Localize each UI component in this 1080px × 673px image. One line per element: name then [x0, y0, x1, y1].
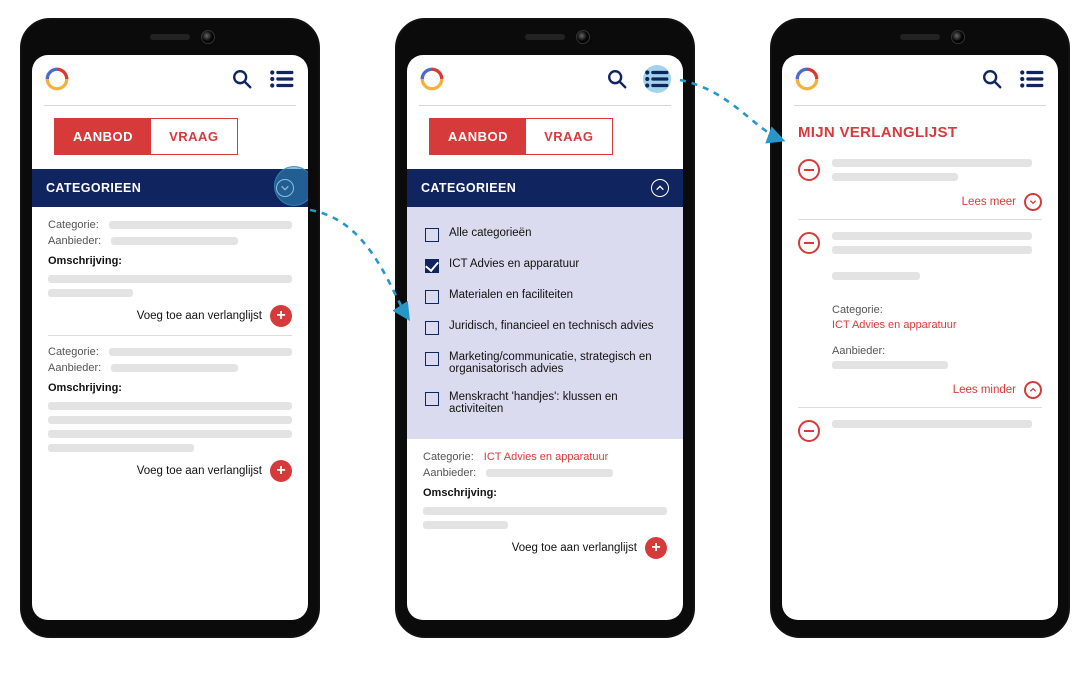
- category-label: Marketing/communicatie, strategisch en o…: [449, 351, 665, 375]
- search-icon[interactable]: [978, 65, 1006, 93]
- category-option[interactable]: Menskracht 'handjes': klussen en activit…: [423, 383, 667, 423]
- screen-3: MIJN VERLANGLIJST Lees meer: [782, 55, 1058, 620]
- remove-icon[interactable]: [798, 420, 820, 442]
- plus-icon: +: [270, 305, 292, 327]
- categories-toggle[interactable]: CATEGORIEEN: [32, 169, 308, 207]
- wishlist-item: Lees meer: [782, 159, 1058, 220]
- label-provider: Aanbieder:: [48, 235, 101, 247]
- remove-icon[interactable]: [798, 232, 820, 254]
- category-list: Alle categorieën ICT Advies en apparatuur…: [407, 207, 683, 439]
- category-option[interactable]: ICT Advies en apparatuur: [423, 250, 667, 281]
- checkbox-icon: [425, 228, 439, 242]
- wishlist-item-expanded: Categorie: ICT Advies en apparatuur Aanb…: [782, 232, 1058, 408]
- phone-mock-3: MIJN VERLANGLIJST Lees meer: [770, 18, 1070, 638]
- search-icon[interactable]: [603, 65, 631, 93]
- tab-vraag[interactable]: VRAAG: [151, 119, 236, 154]
- category-option[interactable]: Marketing/communicatie, strategisch en o…: [423, 343, 667, 383]
- checkbox-icon: [425, 259, 439, 273]
- phone-mock-2: AANBOD VRAAG CATEGORIEEN Alle categorieë…: [395, 18, 695, 638]
- category-option[interactable]: Juridisch, financieel en technisch advie…: [423, 312, 667, 343]
- offer-card-filtered: Categorie:ICT Advies en apparatuur Aanbi…: [407, 439, 683, 571]
- checkbox-icon: [425, 392, 439, 406]
- wishlist-item: [782, 420, 1058, 442]
- hotspot-categories: [274, 166, 308, 206]
- categories-header-label: CATEGORIEEN: [421, 181, 516, 195]
- categories-toggle[interactable]: CATEGORIEEN: [407, 169, 683, 207]
- category-label: ICT Advies en apparatuur: [449, 258, 579, 270]
- category-label: Menskracht 'handjes': klussen en activit…: [449, 391, 665, 415]
- page-title: MIJN VERLANGLIJST: [782, 106, 1058, 147]
- tab-aanbod[interactable]: AANBOD: [430, 119, 526, 154]
- checkbox-icon: [425, 321, 439, 335]
- tabs: AANBOD VRAAG: [32, 106, 308, 169]
- category-option[interactable]: Alle categorieën: [423, 219, 667, 250]
- read-more-toggle[interactable]: Lees meer: [798, 193, 1042, 211]
- menu-icon[interactable]: [268, 65, 296, 93]
- plus-icon: +: [270, 460, 292, 482]
- category-option[interactable]: Materialen en faciliteiten: [423, 281, 667, 312]
- categories-header-label: CATEGORIEEN: [46, 181, 141, 195]
- app-logo: [419, 66, 445, 92]
- category-label: Juridisch, financieel en technisch advie…: [449, 320, 654, 332]
- menu-icon[interactable]: [1018, 65, 1046, 93]
- remove-icon[interactable]: [798, 159, 820, 181]
- category-label: Materialen en faciliteiten: [449, 289, 573, 301]
- phone-mock-1: AANBOD VRAAG CATEGORIEEN Categorie: Aanb…: [20, 18, 320, 638]
- tab-aanbod[interactable]: AANBOD: [55, 119, 151, 154]
- app-header: [407, 55, 683, 103]
- screen-1: AANBOD VRAAG CATEGORIEEN Categorie: Aanb…: [32, 55, 308, 620]
- offer-card-1: Categorie: Aanbieder: Omschrijving: Voeg…: [32, 207, 308, 494]
- chevron-down-icon: [1024, 193, 1042, 211]
- chevron-up-icon: [1024, 381, 1042, 399]
- checkbox-icon: [425, 352, 439, 366]
- read-less-toggle[interactable]: Lees minder: [798, 381, 1042, 399]
- app-header: [32, 55, 308, 103]
- app-logo: [44, 66, 70, 92]
- chevron-up-icon: [651, 179, 669, 197]
- menu-icon[interactable]: [643, 65, 671, 93]
- add-to-wishlist[interactable]: Voeg toe aan verlanglijst +: [48, 305, 292, 327]
- tab-vraag[interactable]: VRAAG: [526, 119, 611, 154]
- screen-2: AANBOD VRAAG CATEGORIEEN Alle categorieë…: [407, 55, 683, 620]
- app-logo: [794, 66, 820, 92]
- add-to-wishlist[interactable]: Voeg toe aan verlanglijst +: [48, 460, 292, 482]
- checkbox-icon: [425, 290, 439, 304]
- label-description: Omschrijving:: [48, 255, 292, 267]
- tabs: AANBOD VRAAG: [407, 106, 683, 169]
- label-category: Categorie:: [48, 219, 99, 231]
- search-icon[interactable]: [228, 65, 256, 93]
- add-to-wishlist[interactable]: Voeg toe aan verlanglijst +: [423, 537, 667, 559]
- app-header: [782, 55, 1058, 103]
- plus-icon: +: [645, 537, 667, 559]
- category-label: Alle categorieën: [449, 227, 531, 239]
- selected-category-value: ICT Advies en apparatuur: [484, 451, 609, 463]
